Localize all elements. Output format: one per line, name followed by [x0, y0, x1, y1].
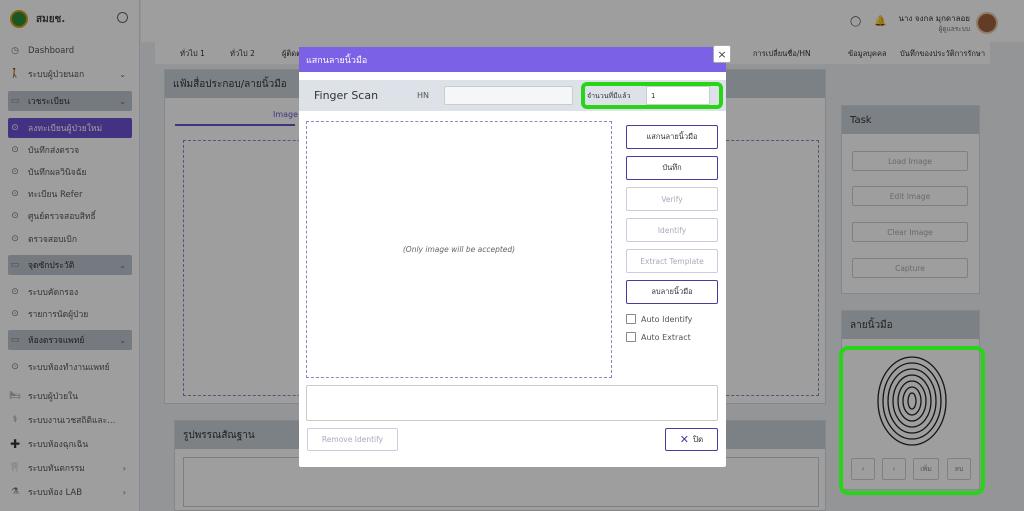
hn-field[interactable]	[444, 86, 573, 105]
extract-template-button[interactable]: Extract Template	[626, 249, 718, 273]
checkbox-box[interactable]	[626, 332, 636, 342]
fingerprint-scan-dialog: แสกนลายนิ้วมือ × Finger Scan HN จำนวนที่…	[299, 45, 731, 467]
finger-scan-label: Finger Scan	[314, 89, 379, 102]
save-button[interactable]: บันทึก	[626, 156, 718, 180]
auto-extract-label: Auto Extract	[641, 332, 691, 342]
message-textarea[interactable]	[306, 385, 718, 421]
remove-identify-button[interactable]: Remove Identify	[307, 428, 398, 451]
close-x-icon: ✕	[679, 433, 689, 446]
count-highlight	[581, 82, 723, 109]
hn-label: HN	[417, 91, 429, 100]
auto-extract-checkbox[interactable]: Auto Extract	[626, 332, 691, 342]
dialog-title: แสกนลายนิ้วมือ	[299, 47, 726, 72]
identify-button[interactable]: Identify	[626, 218, 718, 242]
drop-hint: (Only image will be accepted)	[402, 245, 516, 254]
delete-fingerprint-modal-button[interactable]: ลบลายนิ้วมือ	[626, 280, 718, 304]
verify-button[interactable]: Verify	[626, 187, 718, 211]
close-icon[interactable]: ×	[713, 45, 731, 63]
auto-identify-checkbox[interactable]: Auto Identify	[626, 314, 692, 324]
close-button[interactable]: ✕ ปิด	[665, 428, 718, 451]
checkbox-box[interactable]	[626, 314, 636, 324]
fingerprint-highlight	[839, 346, 985, 495]
scan-fingerprint-button[interactable]: แสกนลายนิ้วมือ	[626, 125, 718, 149]
auto-identify-label: Auto Identify	[641, 314, 693, 324]
image-drop-zone[interactable]: (Only image will be accepted)	[306, 121, 612, 378]
close-label: ปิด	[692, 435, 704, 444]
